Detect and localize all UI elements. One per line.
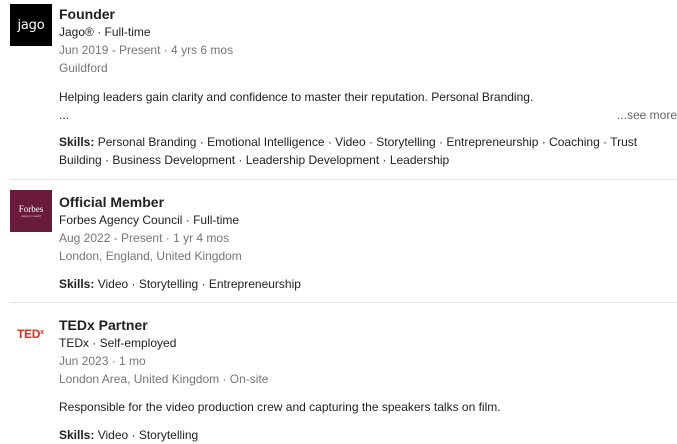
logo-text: TED	[17, 327, 41, 341]
job-description: Helping leaders gain clarity and confide…	[59, 90, 534, 104]
skills-text: Personal Branding · Emotional Intelligen…	[59, 135, 638, 167]
job-title[interactable]: Official Member	[59, 193, 677, 211]
skills-label: Skills:	[59, 428, 95, 442]
skills-text: Video · Storytelling	[97, 428, 199, 442]
logo-text: Forbes	[18, 204, 44, 214]
logo-sup: x	[40, 329, 44, 336]
skills-label: Skills:	[59, 277, 95, 291]
divider	[10, 179, 677, 180]
company-logo-tedx[interactable]: TEDx	[17, 327, 59, 341]
location: Guildford	[59, 61, 108, 75]
date-range: Jun 2019 - Present · 4 yrs 6 mos	[59, 43, 234, 57]
logo-text: jago	[17, 17, 45, 33]
job-description: Responsible for the video production cre…	[59, 400, 501, 414]
skills-list[interactable]: Skills: Personal Branding · Emotional In…	[59, 133, 671, 169]
description-more-row: ... ...see more	[59, 106, 677, 124]
see-more-button[interactable]: ...see more	[617, 106, 677, 124]
date-range: Jun 2023 · 1 mo	[59, 354, 146, 368]
company-line: Forbes Agency Council · Full-time	[59, 213, 240, 227]
skills-text: Video · Storytelling · Entrepreneurship	[97, 277, 301, 291]
divider	[10, 302, 677, 303]
location: London, England, United Kingdom	[59, 249, 242, 263]
location: London Area, United Kingdom · On-site	[59, 372, 269, 386]
date-range: Aug 2022 - Present · 1 yr 4 mos	[59, 231, 230, 245]
description-ellipsis: ...	[59, 108, 70, 122]
company-line: TEDx · Self-employed	[59, 336, 177, 350]
job-title[interactable]: TEDx Partner	[59, 316, 677, 334]
logo-subtext: Agency Council	[21, 214, 41, 218]
skills-list[interactable]: Skills: Video · Storytelling	[59, 426, 671, 444]
skills-list[interactable]: Skills: Video · Storytelling · Entrepren…	[59, 275, 671, 293]
skills-label: Skills:	[59, 135, 95, 149]
job-title[interactable]: Founder	[59, 5, 677, 23]
company-logo-forbes[interactable]: Forbes Agency Council	[10, 190, 52, 232]
company-line: Jago® · Full-time	[59, 25, 151, 39]
company-logo-jago[interactable]: jago	[10, 4, 52, 46]
